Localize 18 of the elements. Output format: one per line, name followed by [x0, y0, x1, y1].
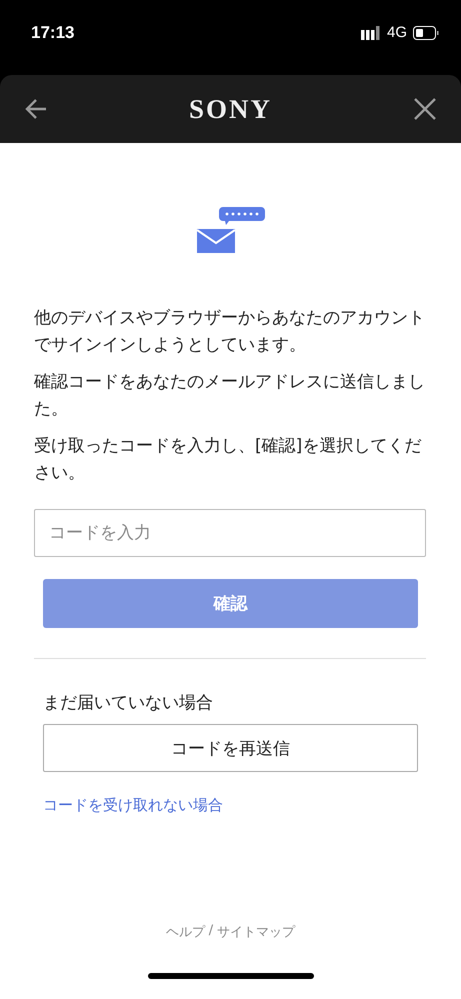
close-icon	[414, 98, 436, 120]
resend-code-button[interactable]: コードを再送信	[43, 724, 418, 772]
mail-code-icon	[196, 205, 264, 253]
footer-separator: /	[208, 923, 214, 940]
logo: SONY	[188, 94, 272, 124]
back-arrow-icon	[24, 98, 48, 120]
not-received-text: まだ届いていない場合	[43, 692, 214, 714]
instruction-text: 他のデバイスやブラウザーからあなたのアカウントでサインインしようとしています。	[34, 307, 426, 357]
signal-icon	[360, 26, 381, 40]
instruction-text: 受け取ったコードを入力し、[確認]を選択してください。	[34, 435, 422, 485]
code-input-field[interactable]: コードを入力	[34, 509, 426, 557]
help-link[interactable]: コードを受け取れない場合	[43, 796, 418, 815]
footer-link[interactable]: サイトマップ	[217, 923, 296, 941]
status-time: 17:13	[31, 22, 74, 42]
footer-link[interactable]: ヘルプ	[166, 923, 205, 941]
network-label: 4G	[386, 24, 407, 41]
instruction-text: 確認コードをあなたのメールアドレスに送信しました。	[34, 371, 426, 421]
battery-icon	[413, 26, 439, 40]
